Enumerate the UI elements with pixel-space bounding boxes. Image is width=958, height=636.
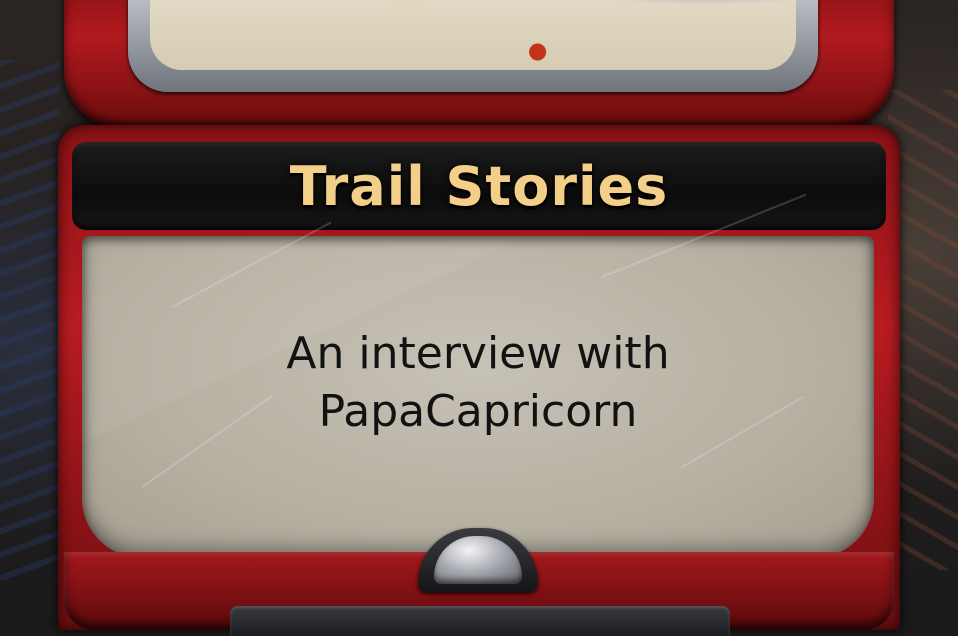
card-description: An interview with PapaCapricorn: [82, 325, 874, 441]
card-description-line: PapaCapricorn: [318, 386, 638, 437]
card-description-line: An interview with: [286, 328, 670, 379]
card-art: [150, 0, 796, 70]
background-art-left: [0, 60, 60, 580]
card-title: Trail Stories: [289, 154, 669, 218]
card-title-bar: Trail Stories: [72, 142, 886, 230]
card-bottom-slot: [230, 606, 730, 636]
